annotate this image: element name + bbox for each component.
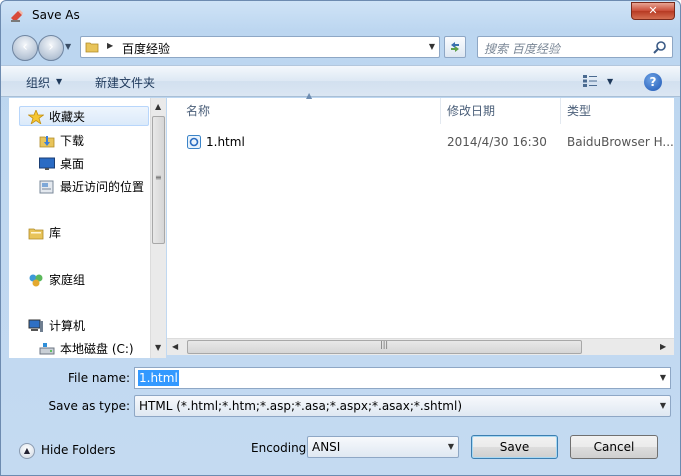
save-as-dialog: Save As ✕ ‹ › ▼ ▶ 百度经验 ▼ 搜索 百度经验 组织 ▼ 新建… <box>0 0 681 476</box>
address-dropdown-icon[interactable]: ▼ <box>429 42 435 51</box>
view-options-icon[interactable] <box>583 75 597 87</box>
chevron-up-icon: ▲ <box>19 443 35 459</box>
drive-icon <box>39 343 55 355</box>
desktop-icon <box>39 157 55 170</box>
sidebar-item-label: 本地磁盘 (C:) <box>60 342 134 356</box>
homegroup-icon <box>29 274 43 287</box>
navigation-pane: 收藏夹 下载 桌面 最近访问的位置 库 家庭组 计算机 本地磁盘 (C:) <box>9 98 150 358</box>
recent-pages-dropdown-icon[interactable]: ▼ <box>65 42 71 51</box>
scroll-up-icon[interactable]: ▲ <box>155 102 161 111</box>
search-input[interactable]: 搜索 百度经验 <box>477 36 673 58</box>
sidebar-item-label: 最近访问的位置 <box>60 180 145 194</box>
refresh-icon <box>451 42 459 52</box>
save-type-dropdown-icon[interactable]: ▼ <box>660 401 666 410</box>
file-list: ▲ 名称 修改日期 类型 1.html 2014/4/30 16:30 Baid… <box>167 91 674 338</box>
column-divider[interactable] <box>440 98 441 124</box>
nav-pane-scrollbar[interactable]: ▲ ≡ ▼ <box>150 98 166 358</box>
column-header-date[interactable]: 修改日期 <box>447 98 495 124</box>
scroll-down-icon[interactable]: ▼ <box>155 343 161 352</box>
back-button[interactable]: ‹ <box>12 35 38 61</box>
organize-dropdown-icon[interactable]: ▼ <box>56 77 62 86</box>
command-toolbar: 组织 ▼ 新建文件夹 ▼ ? <box>1 65 680 97</box>
navigation-bar: ‹ › ▼ ▶ 百度经验 ▼ 搜索 百度经验 <box>1 31 680 63</box>
save-type-value: HTML (*.html;*.htm;*.asp;*.asa;*.aspx;*.… <box>139 399 463 413</box>
refresh-button[interactable] <box>444 36 466 58</box>
app-icon <box>11 10 23 22</box>
organize-button[interactable]: 组织 <box>26 74 50 91</box>
save-button[interactable]: Save <box>471 435 558 459</box>
title-bar: Save As ✕ <box>1 1 680 31</box>
sidebar-item-label: 桌面 <box>60 157 85 171</box>
column-header-name[interactable]: 名称 <box>186 98 210 124</box>
sidebar-item-label: 收藏夹 <box>49 110 86 124</box>
close-button[interactable]: ✕ <box>631 2 675 20</box>
libraries-icon <box>28 228 44 240</box>
sort-ascending-icon: ▲ <box>306 91 313 100</box>
recent-places-icon <box>39 180 54 194</box>
table-row[interactable]: 1.html 2014/4/30 16:30 BaiduBrowser H... <box>184 132 674 152</box>
scroll-right-icon[interactable]: ▶ <box>660 342 666 351</box>
column-header-type[interactable]: 类型 <box>567 98 591 124</box>
star-icon <box>28 110 44 124</box>
file-date: 2014/4/30 16:30 <box>447 135 547 149</box>
grip-icon: ||| <box>380 340 389 349</box>
save-type-select[interactable]: HTML (*.html;*.htm;*.asp;*.asa;*.aspx;*.… <box>134 395 671 417</box>
encoding-dropdown-icon[interactable]: ▼ <box>448 442 454 451</box>
file-list-scrollbar[interactable]: ◀ ||| ▶ <box>167 338 674 355</box>
window-title: Save As <box>32 8 80 22</box>
search-icon[interactable] <box>653 40 667 54</box>
grip-icon: ≡ <box>155 173 162 182</box>
column-divider[interactable] <box>560 98 561 124</box>
forward-button[interactable]: › <box>38 35 64 61</box>
sidebar-item-label: 下载 <box>60 134 85 148</box>
help-button[interactable]: ? <box>644 73 662 91</box>
new-folder-button[interactable]: 新建文件夹 <box>95 74 155 91</box>
file-name-dropdown-icon[interactable]: ▼ <box>660 373 666 382</box>
encoding-value: ANSI <box>312 440 341 454</box>
scroll-left-icon[interactable]: ◀ <box>172 342 178 351</box>
hide-folders-label: Hide Folders <box>41 443 116 457</box>
html-file-icon <box>187 135 201 149</box>
file-type: BaiduBrowser H... <box>567 135 674 149</box>
save-type-label: Save as type: <box>48 399 130 413</box>
computer-icon <box>28 319 43 332</box>
sidebar-item-label: 家庭组 <box>49 273 86 287</box>
breadcrumb-arrow-icon[interactable]: ▶ <box>107 41 113 50</box>
encoding-select[interactable]: ANSI ▼ <box>307 436 459 458</box>
cancel-button[interactable]: Cancel <box>570 435 658 459</box>
download-folder-icon <box>39 136 55 148</box>
search-placeholder: 搜索 百度经验 <box>484 42 560 56</box>
file-name-field[interactable]: 1.html ▼ <box>134 367 671 389</box>
encoding-label: Encoding: <box>251 441 311 455</box>
breadcrumb[interactable]: 百度经验 <box>122 40 170 57</box>
folder-icon <box>85 42 99 53</box>
file-name-value[interactable]: 1.html <box>138 370 179 386</box>
address-bar[interactable]: ▶ 百度经验 ▼ <box>80 36 440 58</box>
sidebar-item-label: 计算机 <box>49 319 86 333</box>
view-dropdown-icon[interactable]: ▼ <box>607 77 613 86</box>
sidebar-item-label: 库 <box>49 226 62 240</box>
file-name-label: File name: <box>68 371 130 385</box>
file-name: 1.html <box>206 135 245 149</box>
